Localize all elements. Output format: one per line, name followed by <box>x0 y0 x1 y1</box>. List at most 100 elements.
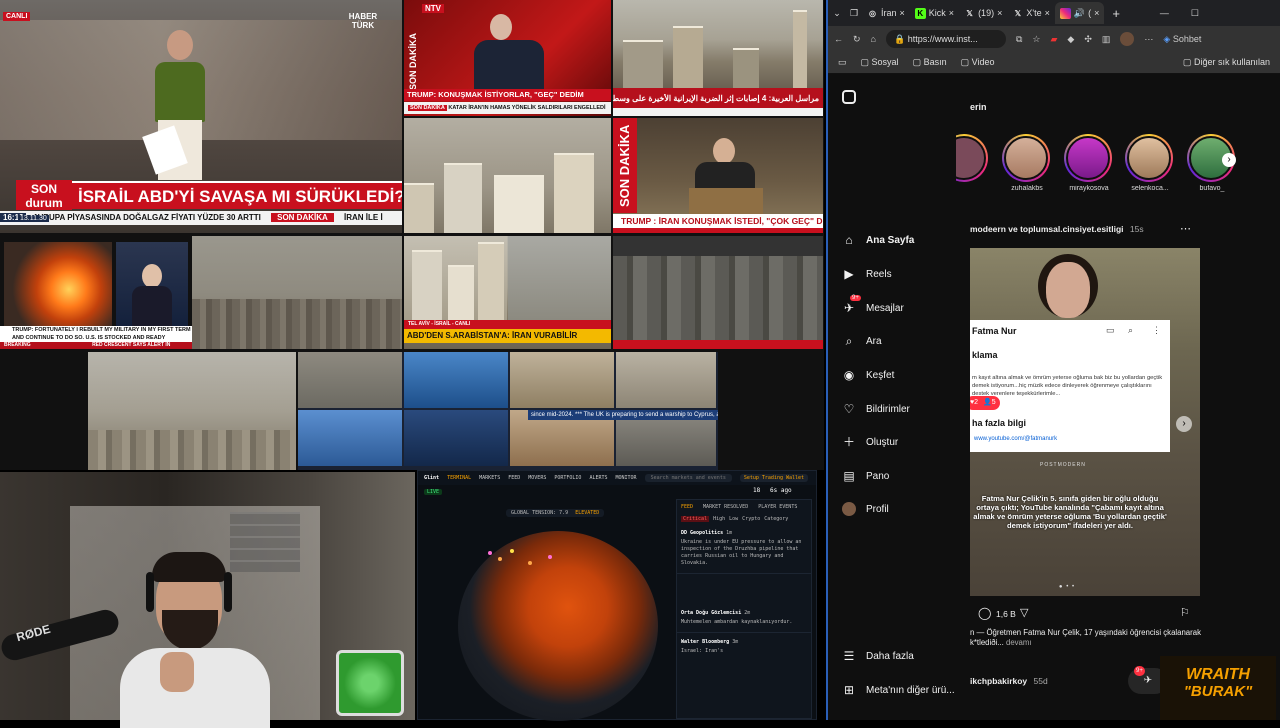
back-icon[interactable]: ← <box>834 34 843 44</box>
tab-title: ( <box>1088 8 1092 18</box>
filter-crypto[interactable]: Crypto <box>742 516 760 522</box>
workspaces-icon[interactable]: ❐ <box>846 8 862 19</box>
home-icon[interactable]: ⌂ <box>871 34 876 44</box>
tab-x-2[interactable]: 𝕏 X'te × <box>1007 2 1055 24</box>
maximize-button[interactable]: ☐ <box>1191 8 1199 19</box>
filter-critical[interactable]: Critical <box>681 516 710 522</box>
story[interactable]: zuhalakbs <box>1002 134 1052 192</box>
tab-resolved[interactable]: MARKET RESOLVED <box>703 504 748 510</box>
post-author[interactable]: modeern ve toplumsal.cinsiyet.esitligi <box>970 224 1124 234</box>
avatar[interactable] <box>1120 32 1135 46</box>
nav-portfolio[interactable]: PORTFOLIO <box>554 475 581 481</box>
bookmark-folder[interactable]: ▢ Video <box>961 57 995 68</box>
refresh-icon[interactable]: ↻ <box>853 34 861 45</box>
address-bar[interactable]: 🔒 https://www.inst... <box>885 30 1006 48</box>
comment-icon[interactable]: ◯ <box>978 606 991 620</box>
nav-search[interactable]: ⌕ Ara <box>842 334 882 348</box>
nav-terminal[interactable]: TERMINAL <box>447 475 471 481</box>
minimize-button[interactable]: — <box>1160 8 1169 18</box>
tab-kick[interactable]: K Kick × <box>910 2 959 24</box>
extensions-icon[interactable]: ✣ <box>1084 34 1092 45</box>
audio-icon[interactable]: 🔊 <box>1074 8 1085 19</box>
feed-post[interactable]: Walter Bloomberg 3m Israel: Iran's <box>677 633 811 661</box>
nav-meta[interactable]: ⊞ Meta'nın diğer ürü... <box>842 683 955 697</box>
feed-post[interactable]: DD Geopolitics 1m Ukraine is under EU pr… <box>677 524 811 574</box>
post-author[interactable]: ikchpbakirkoy <box>970 676 1027 686</box>
tab-x-1[interactable]: 𝕏 (19) × <box>959 2 1007 24</box>
nav-monitor[interactable]: MONITOR <box>616 475 637 481</box>
tab-player-events[interactable]: PLAYER EVENTS <box>758 504 797 510</box>
nav-create[interactable]: ＋ Oluştur <box>842 435 898 449</box>
nav-explore[interactable]: ◉ Keşfet <box>842 368 895 382</box>
nav-reels[interactable]: ▶ Reels <box>842 267 891 281</box>
setup-wallet-button[interactable]: Setup Trading Wallet <box>739 474 809 482</box>
search-input[interactable]: Search markets and events <box>644 474 732 482</box>
copilot-button[interactable]: ◈ Sohbet <box>1163 34 1201 45</box>
nav-dashboard[interactable]: ▤ Pano <box>842 469 889 483</box>
nav-more[interactable]: ☰ Daha fazla <box>842 649 914 663</box>
close-icon[interactable]: × <box>949 8 954 18</box>
nav-notifications[interactable]: ♡ Bildirimler <box>842 402 910 416</box>
bookmark-label: Video <box>971 57 995 67</box>
star-icon[interactable]: ☆ <box>1032 34 1040 45</box>
reels-icon: ▶ <box>844 267 854 281</box>
instagram-logo-icon[interactable] <box>842 90 856 104</box>
close-icon[interactable]: × <box>997 8 1002 18</box>
extension-icon[interactable]: ▰ <box>1051 34 1058 45</box>
x-icon: 𝕏 <box>1014 8 1022 18</box>
tab-iran[interactable]: ◎ İran × <box>862 2 910 24</box>
close-icon[interactable]: × <box>1045 8 1050 18</box>
post-media[interactable]: Fatma Nur ▭ ⌕ ⋮ klama m kayıt altına alm… <box>970 248 1200 596</box>
tab-actions-icon[interactable]: ⌄ <box>828 8 846 19</box>
nav-profile[interactable]: Profil <box>842 502 889 516</box>
overlay-text: Fatma Nur Çelik'in 5. sınıfa giden bir o… <box>973 494 1167 530</box>
nav-alerts[interactable]: ALERTS <box>589 475 607 481</box>
channel-logo: HABER TÜRK <box>348 12 378 30</box>
globe-map[interactable] <box>458 531 658 721</box>
stories-next-button[interactable]: › <box>1222 153 1236 167</box>
filter-low[interactable]: Low <box>729 516 738 522</box>
youtube-card[interactable]: Fatma Nur ▭ ⌕ ⋮ klama m kayıt altına alm… <box>970 320 1170 452</box>
bookmark-bar-icon[interactable]: ▭ <box>838 57 847 68</box>
headline: İSRAİL ABD'Yİ SAVAŞA MI SÜRÜKLEDİ? <box>78 187 402 206</box>
tab-feed[interactable]: FEED <box>681 504 693 510</box>
bookmark-folder[interactable]: ▢ Basın <box>913 57 947 68</box>
story[interactable]: miraykosova <box>1064 134 1114 192</box>
new-tab-button[interactable]: + <box>1112 6 1120 21</box>
feed-post[interactable]: Orta Doğu Gözlemcisi 2m Muhtemelen ambar… <box>677 604 811 633</box>
nav-feed[interactable]: FEED <box>508 475 520 481</box>
breaking-bar: BREAKING RED CRESCENT SAYS ALERT IN <box>0 342 192 349</box>
post-options-icon[interactable]: ⋯ <box>1180 222 1191 235</box>
split-icon[interactable]: ▥ <box>1102 34 1111 45</box>
extension-icon[interactable]: ◆ <box>1067 34 1074 45</box>
more-icon[interactable]: ⋯ <box>1144 34 1153 45</box>
story[interactable]: selenkoca... <box>1125 134 1175 192</box>
nav-label: Profil <box>866 503 889 515</box>
nav-movers[interactable]: MOVERS <box>528 475 546 481</box>
bookmark-label: Sosyal <box>871 57 899 67</box>
save-icon[interactable]: ⚐ <box>1180 606 1190 619</box>
close-icon[interactable]: × <box>1094 8 1099 18</box>
close-icon[interactable]: × <box>900 8 905 18</box>
tab-instagram[interactable]: 🔊(× <box>1054 2 1105 24</box>
nav-markets[interactable]: MARKETS <box>479 475 500 481</box>
side-label: SON DAKİKA <box>408 32 418 90</box>
share-icon[interactable]: ▽ <box>1020 606 1028 619</box>
tab-icon[interactable]: ⧉ <box>1016 34 1022 45</box>
card-text: m kayıt altına almak ve ömrüm yeterse oğ… <box>972 375 1163 397</box>
caption-more[interactable]: devamı <box>1006 638 1032 647</box>
media-next-button[interactable]: › <box>1176 416 1192 432</box>
nav-home[interactable]: ⌂ Ana Sayfa <box>842 233 914 247</box>
card-link[interactable]: www.youtube.com/@fatmanurk <box>974 436 1057 442</box>
hazy-skyline-tile <box>192 236 402 349</box>
filter-category[interactable]: Category <box>764 516 788 522</box>
nav-label: Mesajlar <box>866 302 904 314</box>
other-bookmarks[interactable]: ▢ Diğer sık kullanılan <box>1183 57 1270 68</box>
side-label: SON DAKİKA <box>613 118 637 213</box>
story[interactable] <box>956 134 990 185</box>
nav-messages[interactable]: ✈ Mesajlar 9+ <box>842 295 904 315</box>
live-badge: LIVE <box>424 489 443 495</box>
filter-high[interactable]: High <box>713 516 725 522</box>
bookmark-folder[interactable]: ▢ Sosyal <box>861 57 899 68</box>
card-more[interactable]: ha fazla bilgi <box>972 418 1026 428</box>
